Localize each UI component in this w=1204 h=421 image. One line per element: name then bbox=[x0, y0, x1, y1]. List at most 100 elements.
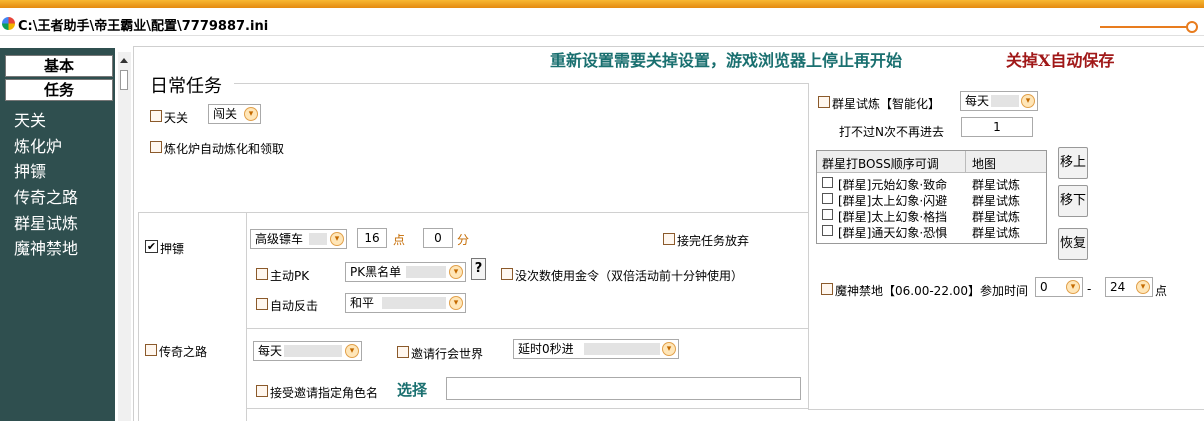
escort-hour-unit: 点 bbox=[393, 233, 406, 247]
tianguan-label: 天关 bbox=[164, 111, 189, 125]
select-role-link[interactable]: 选择 bbox=[397, 379, 427, 400]
select-fill bbox=[584, 343, 660, 355]
select-fill bbox=[406, 266, 446, 278]
lower-column-divider bbox=[246, 212, 247, 421]
boss-order-column-header[interactable]: 群星打BOSS顺序可调 bbox=[822, 155, 939, 172]
boss-map: 群星试炼 bbox=[972, 226, 1021, 240]
demon-start-select[interactable]: 0 ▾ bbox=[1035, 277, 1083, 297]
pk-help-button[interactable]: ? bbox=[471, 258, 486, 280]
app-icon bbox=[2, 17, 15, 30]
window-top-border bbox=[0, 0, 1204, 8]
legend-top-divider bbox=[246, 328, 808, 329]
finish-abandon-checkbox[interactable] bbox=[663, 233, 675, 245]
boss-name: [群星]通天幻象·恐惧 bbox=[838, 226, 948, 240]
invite-guild-checkbox[interactable] bbox=[397, 346, 409, 358]
sidebar-item-escort[interactable]: 押镖 bbox=[14, 158, 46, 182]
escort-label: 押镖 bbox=[160, 242, 185, 256]
select-fill bbox=[284, 345, 342, 357]
window-title: C:\王者助手\帝王霸业\配置\7779887.ini bbox=[18, 19, 269, 34]
counter-mode-value: 和平 bbox=[350, 296, 375, 310]
escort-cart-select[interactable]: 高级镖车 ▾ bbox=[250, 229, 347, 249]
auto-counter-label: 自动反击 bbox=[270, 299, 319, 313]
sidebar: 基本 任务 天关 炼化炉 押镖 传奇之路 群星试炼 魔神禁地 bbox=[0, 48, 115, 421]
tianguan-select[interactable]: 闯关 ▾ bbox=[208, 104, 261, 124]
star-frequency-select[interactable]: 每天 ▾ bbox=[960, 91, 1038, 111]
right-bottom-line bbox=[808, 409, 1204, 410]
boss-table-header: 群星打BOSS顺序可调 地图 bbox=[817, 151, 1046, 173]
table-row[interactable]: [群星]太上幻象·闪避 群星试炼 bbox=[817, 191, 1046, 208]
chevron-down-icon: ▾ bbox=[330, 232, 344, 246]
sidebar-item-lianhua[interactable]: 炼化炉 bbox=[14, 133, 62, 157]
accept-invite-label: 接受邀请指定角色名 bbox=[270, 386, 379, 400]
row-checkbox[interactable] bbox=[822, 209, 833, 220]
sidebar-item-legend[interactable]: 传奇之路 bbox=[14, 184, 78, 208]
row-checkbox[interactable] bbox=[822, 193, 833, 204]
right-panel-divider bbox=[808, 83, 809, 410]
escort-checkbox[interactable]: ✔ bbox=[145, 240, 158, 253]
chevron-down-icon: ▾ bbox=[1066, 280, 1080, 294]
scroll-thumb[interactable] bbox=[120, 70, 128, 90]
delay-value: 延时0秒进 bbox=[518, 342, 574, 356]
demon-checkbox[interactable] bbox=[821, 283, 833, 295]
active-pk-label: 主动PK bbox=[270, 269, 310, 283]
escort-cart-value: 高级镖车 bbox=[255, 232, 304, 246]
role-name-input[interactable] bbox=[446, 377, 801, 400]
select-fill bbox=[991, 95, 1019, 107]
demon-start-value: 0 bbox=[1040, 280, 1048, 294]
active-pk-checkbox[interactable] bbox=[256, 268, 268, 280]
table-row[interactable]: [群星]通天幻象·恐惧 群星试炼 bbox=[817, 223, 1046, 240]
select-fill bbox=[382, 297, 446, 309]
legend-label: 传奇之路 bbox=[159, 345, 208, 359]
finish-abandon-label: 接完任务放弃 bbox=[677, 234, 750, 248]
legend-frequency-select[interactable]: 每天 ▾ bbox=[253, 341, 362, 361]
pk-target-select[interactable]: PK黑名单 ▾ bbox=[345, 262, 466, 282]
retry-limit-input[interactable]: 1 bbox=[961, 117, 1033, 137]
demon-end-value: 24 bbox=[1110, 280, 1126, 294]
sidebar-item-demon[interactable]: 魔神禁地 bbox=[14, 235, 78, 259]
sidebar-item-star[interactable]: 群星试炼 bbox=[14, 210, 78, 234]
sidebar-item-tianguan[interactable]: 天关 bbox=[14, 107, 46, 131]
delay-select[interactable]: 延时0秒进 ▾ bbox=[513, 339, 679, 359]
restore-button[interactable]: 恢复 bbox=[1058, 228, 1088, 260]
legend-checkbox[interactable] bbox=[145, 344, 157, 356]
scroll-up-arrow-icon[interactable] bbox=[120, 58, 128, 63]
invite-guild-label: 邀请行会世界 bbox=[411, 347, 484, 361]
row-checkbox[interactable] bbox=[822, 225, 833, 236]
escort-minute-input[interactable]: 0 bbox=[423, 228, 453, 248]
restart-notice: 重新设置需要关掉设置，游戏浏览器上停止再开始 bbox=[550, 51, 903, 70]
demon-end-unit: 点 bbox=[1155, 284, 1168, 298]
accept-invite-checkbox[interactable] bbox=[256, 385, 268, 397]
escort-hour-input[interactable]: 16 bbox=[357, 228, 387, 248]
counter-mode-select[interactable]: 和平 ▾ bbox=[345, 293, 466, 313]
title-bar: C:\王者助手\帝王霸业\配置\7779887.ini bbox=[0, 8, 1204, 36]
chevron-down-icon: ▾ bbox=[345, 344, 359, 358]
demon-end-select[interactable]: 24 ▾ bbox=[1105, 277, 1153, 297]
star-frequency-value: 每天 bbox=[965, 94, 990, 108]
table-row[interactable]: [群星]太上幻象·格挡 群星试炼 bbox=[817, 207, 1046, 224]
star-trial-label: 群星试炼【智能化】 bbox=[832, 97, 941, 111]
chevron-down-icon: ▾ bbox=[1021, 94, 1035, 108]
lianhua-checkbox[interactable] bbox=[150, 141, 162, 153]
pk-target-value: PK黑名单 bbox=[350, 265, 402, 279]
boss-order-table[interactable]: 群星打BOSS顺序可调 地图 [群星]元始幻象·致命 群星试炼 [群星]太上幻象… bbox=[816, 150, 1047, 244]
move-down-button[interactable]: 移下 bbox=[1058, 185, 1088, 217]
move-up-button[interactable]: 移上 bbox=[1058, 147, 1088, 179]
daily-task-title: 日常任务 bbox=[150, 76, 222, 97]
row-checkbox[interactable] bbox=[822, 177, 833, 188]
map-column-header[interactable]: 地图 bbox=[972, 155, 996, 172]
time-range-dash: - bbox=[1087, 282, 1092, 296]
auto-counter-checkbox[interactable] bbox=[256, 298, 268, 310]
tianguan-checkbox[interactable] bbox=[150, 110, 162, 122]
demon-label: 魔神禁地【06.00-22.00】参加时间 bbox=[835, 284, 1029, 298]
table-row[interactable]: [群星]元始幻象·致命 群星试炼 bbox=[817, 175, 1046, 192]
sidebar-tab-basic[interactable]: 基本 bbox=[5, 55, 113, 77]
gold-token-checkbox[interactable] bbox=[501, 268, 513, 280]
chevron-down-icon: ▾ bbox=[1136, 280, 1150, 294]
star-trial-checkbox[interactable] bbox=[818, 96, 830, 108]
sidebar-tab-tasks[interactable]: 任务 bbox=[5, 79, 113, 101]
escort-minute-unit: 分 bbox=[457, 233, 470, 247]
chevron-down-icon: ▾ bbox=[244, 107, 258, 121]
retry-limit-label: 打不过N次不再进去 bbox=[839, 125, 944, 139]
lower-left-border bbox=[138, 212, 139, 421]
vertical-scrollbar[interactable] bbox=[118, 52, 131, 421]
